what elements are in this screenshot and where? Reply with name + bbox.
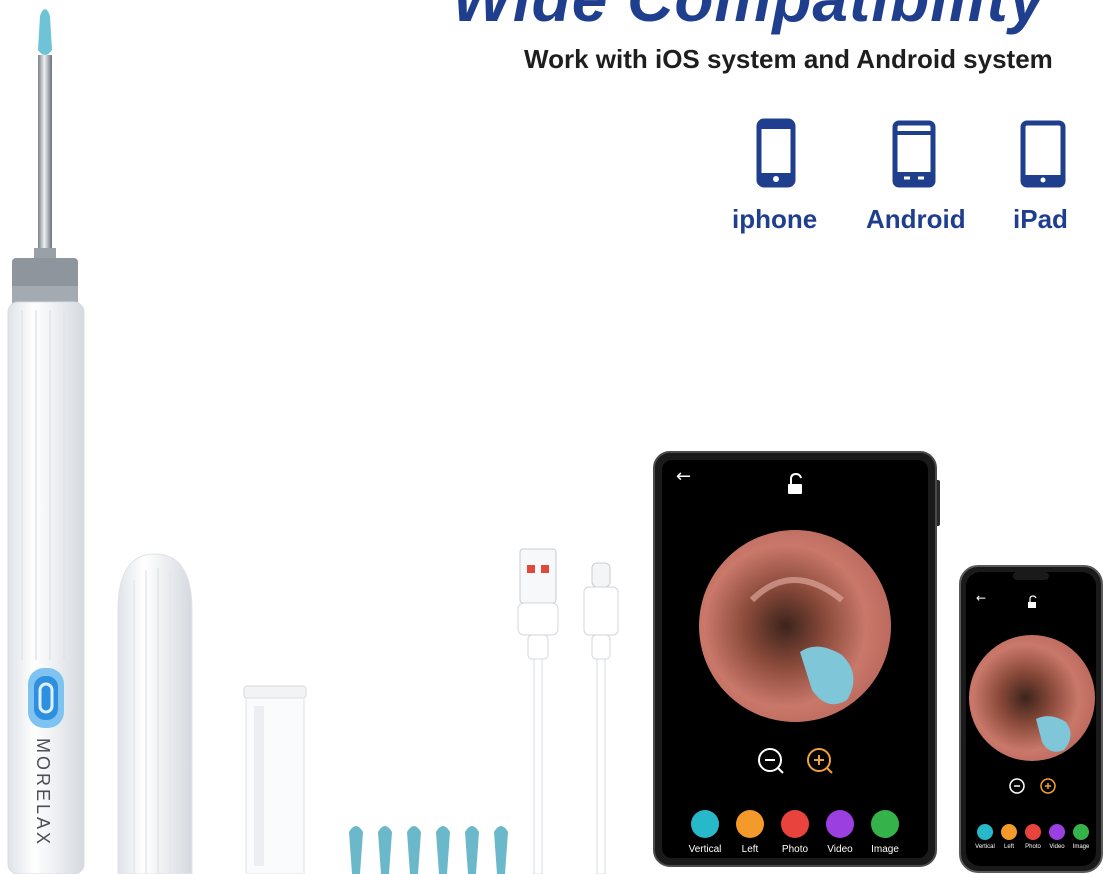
phone-vertical-label: Vertical	[975, 844, 995, 850]
tablet-photo-label: Photo	[782, 844, 809, 855]
tablet-vertical-label: Vertical	[689, 844, 722, 855]
phone-photo-label: Photo	[1025, 844, 1041, 850]
tablet-vertical-button[interactable]	[691, 810, 719, 838]
ipad-icon	[1020, 120, 1066, 188]
iphone-icon	[756, 118, 796, 188]
tablet-image-button[interactable]	[871, 810, 899, 838]
svg-text:←: ←	[676, 466, 691, 487]
subtitle: Work with iOS system and Android system	[524, 44, 1053, 74]
device-label-ipad: iPad	[1013, 204, 1068, 234]
phone-device: ← Vertical Left Photo Video Image	[959, 565, 1103, 873]
headline: Wide Compatibility	[452, 0, 1045, 36]
tablet-image-label: Image	[871, 844, 899, 855]
storage-case	[243, 685, 307, 874]
tablet-left-button[interactable]	[736, 810, 764, 838]
ear-tips	[349, 826, 508, 874]
brand-label: MORELAX	[33, 738, 53, 848]
phone-left-label: Left	[1004, 844, 1014, 850]
phone-video-button[interactable]	[1049, 824, 1065, 840]
device-label-android: Android	[866, 204, 966, 234]
phone-left-button[interactable]	[1001, 824, 1017, 840]
phone-vertical-button[interactable]	[977, 824, 993, 840]
phone-photo-button[interactable]	[1025, 824, 1041, 840]
ear-wand-otoscope	[7, 9, 85, 874]
phone-image-label: Image	[1073, 844, 1090, 850]
tablet-video-button[interactable]	[826, 810, 854, 838]
phone-image-button[interactable]	[1073, 824, 1089, 840]
svg-text:←: ←	[976, 591, 986, 605]
tablet-video-label: Video	[827, 844, 853, 855]
phone-video-label: Video	[1049, 844, 1065, 850]
tablet-device: ← Vertical Left Photo Video Image	[653, 451, 940, 867]
tablet-photo-button[interactable]	[781, 810, 809, 838]
tablet-left-label: Left	[742, 844, 759, 855]
android-phone-icon	[892, 120, 936, 188]
usb-cable	[517, 548, 619, 874]
device-label-iphone: iphone	[732, 204, 818, 234]
wand-cap	[117, 553, 193, 874]
